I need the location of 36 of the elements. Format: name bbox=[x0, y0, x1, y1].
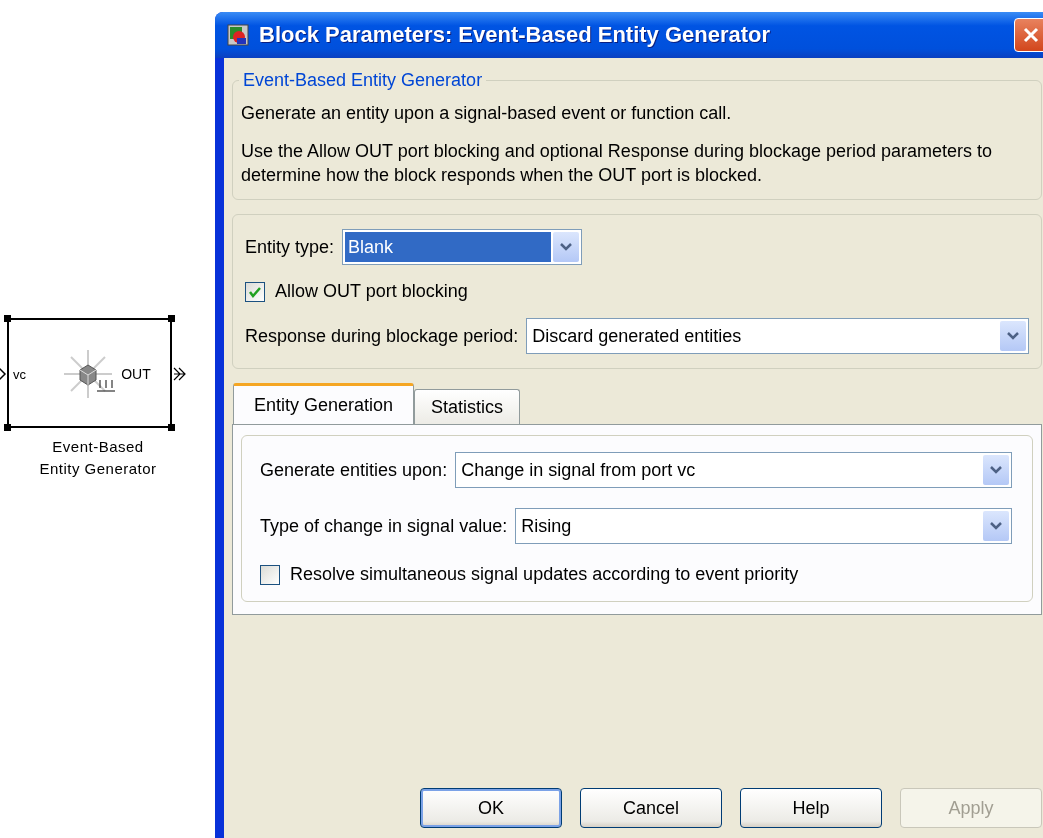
close-button[interactable] bbox=[1014, 18, 1043, 52]
dropdown[interactable]: Rising bbox=[515, 508, 1012, 544]
field-label: Response during blockage period: bbox=[245, 325, 519, 347]
description-text: Use the Allow OUT port blocking and optional Response during blockage period parameters to determine how the block responds when the OUT port is blocked. bbox=[241, 140, 994, 187]
dialog-button[interactable]: OK bbox=[420, 788, 562, 828]
checkbox-label: Allow OUT port blocking bbox=[275, 281, 468, 302]
input-port-icon bbox=[0, 367, 7, 381]
description-text: Generate an entity upon a signal-based event or function call. bbox=[241, 102, 733, 125]
checkbox-label: Resolve simultaneous signal updates according to event priority bbox=[290, 564, 799, 585]
dropdown[interactable]: Blank bbox=[342, 229, 583, 265]
dropdown-value: Change in signal from port vc bbox=[460, 459, 697, 481]
app-icon bbox=[227, 24, 249, 46]
field-label: Entity type: bbox=[245, 236, 335, 258]
entity-generator-icon bbox=[63, 349, 116, 399]
dropdown-value: Rising bbox=[520, 515, 573, 537]
checkmark-icon bbox=[248, 285, 262, 298]
tab[interactable]: Entity Generation bbox=[233, 383, 415, 425]
dropdown[interactable]: Discard generated entities bbox=[526, 318, 1029, 354]
window-title: Block Parameters: Event-Based Entity Generator bbox=[259, 22, 772, 48]
tab[interactable]: Statistics bbox=[414, 389, 521, 425]
dropdown[interactable]: Change in signal from port vc bbox=[455, 452, 1012, 488]
dialog-button[interactable]: Cancel bbox=[580, 788, 722, 828]
port-label: vc bbox=[13, 367, 26, 382]
dropdown-value: Blank bbox=[345, 232, 552, 262]
dialog-button[interactable]: Help bbox=[740, 788, 882, 828]
dropdown-value: Discard generated entities bbox=[531, 325, 743, 347]
checkbox[interactable] bbox=[260, 564, 280, 585]
output-port-icon bbox=[173, 367, 186, 381]
group-title: Event-Based Entity Generator bbox=[242, 70, 484, 91]
field-label: Generate entities upon: bbox=[260, 459, 448, 481]
block-caption: Event-Based Entity Generator bbox=[38, 437, 158, 479]
port-label: OUT bbox=[121, 366, 151, 382]
close-icon bbox=[1021, 25, 1041, 45]
checkbox[interactable] bbox=[245, 281, 265, 302]
block-frame[interactable] bbox=[4, 315, 175, 431]
field-label: Type of change in signal value: bbox=[260, 515, 508, 537]
